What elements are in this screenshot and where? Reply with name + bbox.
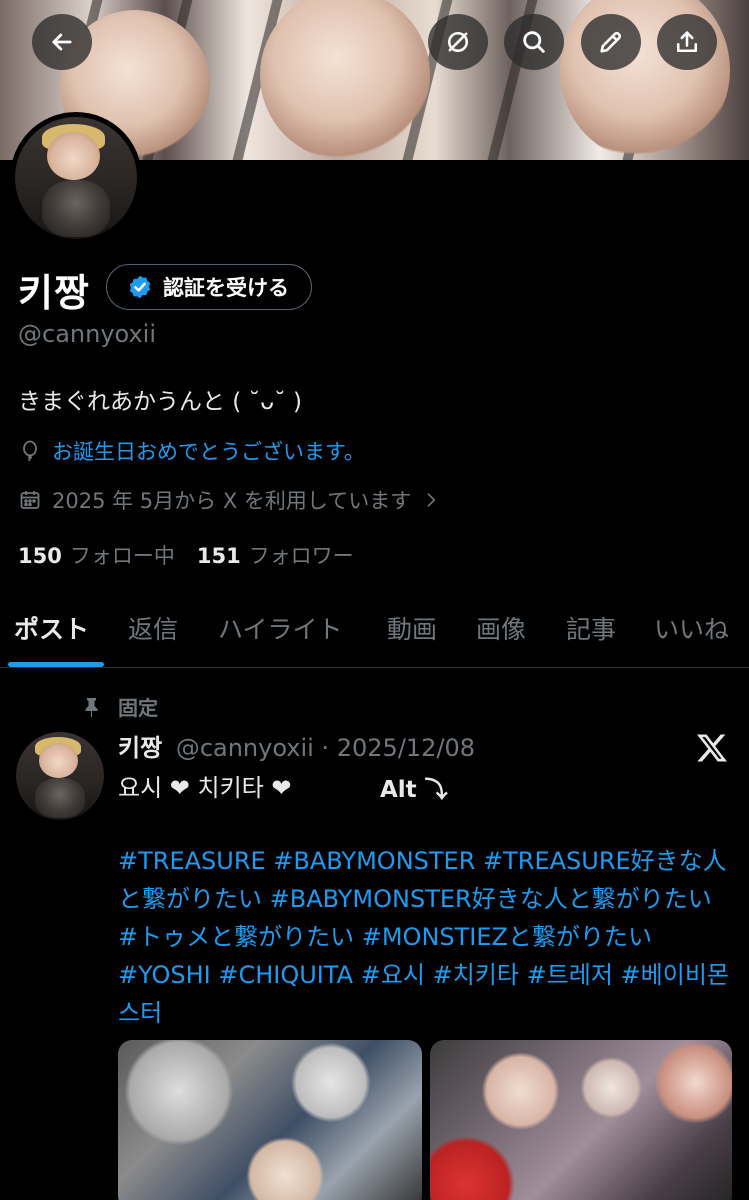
calendar-icon: [20, 491, 40, 509]
pin-icon: [85, 697, 98, 717]
follow-stats: 150 フォロー中 151 フォロワー: [18, 540, 354, 570]
search-icon: [523, 31, 545, 53]
back-button[interactable]: [32, 14, 92, 70]
post-hashtags[interactable]: #TREASURE #BABYMONSTER #TREASURE好きな人と繋がり…: [118, 842, 738, 1032]
x-logo-icon: [697, 734, 727, 762]
tab-articles[interactable]: 記事: [566, 610, 616, 646]
post-text-line: 요시 ❤ 치키타 ❤: [118, 774, 292, 802]
get-verified-button[interactable]: 認証を受ける: [106, 264, 312, 310]
tab-likes[interactable]: いいね: [654, 610, 729, 646]
joined-text: 2025 年 5月から X を利用しています: [52, 489, 412, 513]
post-author-handle[interactable]: @cannyoxii: [176, 734, 314, 762]
tab-videos[interactable]: 動画: [387, 610, 437, 646]
profile-tabs: ポスト 返信 ハイライト 動画 画像 記事 いいね: [0, 596, 749, 668]
pinned-indicator: 固定: [80, 692, 158, 721]
edit-button[interactable]: [581, 14, 641, 70]
tab-photos[interactable]: 画像: [476, 610, 526, 646]
share-icon: [676, 31, 698, 53]
profile-avatar[interactable]: [10, 112, 142, 244]
alt-text-button[interactable]: Alt ⤵: [380, 770, 448, 804]
post-author-avatar[interactable]: [16, 732, 104, 820]
search-button[interactable]: [504, 14, 564, 70]
following-count: 150: [18, 544, 62, 568]
verify-label: 認証を受ける: [163, 276, 289, 300]
post-separator: ·: [321, 734, 330, 762]
post-image-2[interactable]: [430, 1040, 732, 1200]
following-link[interactable]: 150 フォロー中: [18, 540, 175, 570]
post-author-name[interactable]: 키짱: [118, 734, 162, 762]
balloon-icon: [23, 440, 37, 462]
profile-handle: @cannyoxii: [18, 320, 157, 348]
chevron-right-icon: [427, 493, 436, 507]
grok-icon: [447, 31, 469, 53]
profile-bio: きまぐれあかうんと ( ˘ᴗ˘ ): [18, 389, 302, 415]
tab-posts[interactable]: ポスト: [14, 610, 89, 646]
tab-replies[interactable]: 返信: [128, 610, 178, 646]
share-button[interactable]: [657, 14, 717, 70]
birthday-text: お誕生日おめでとうございます。: [52, 440, 365, 464]
followers-count: 151: [196, 544, 241, 568]
post-image-1[interactable]: [118, 1040, 422, 1200]
followers-label: フォロワー: [248, 544, 354, 568]
birthday-row[interactable]: お誕生日おめでとうございます。: [18, 436, 365, 466]
back-arrow-icon: [52, 33, 72, 51]
joined-row[interactable]: 2025 年 5月から X を利用しています: [18, 485, 441, 515]
post-date[interactable]: 2025/12/08: [337, 734, 475, 762]
post-header: 키짱 @cannyoxii · 2025/12/08: [118, 728, 475, 763]
profile-name: 키짱: [18, 271, 90, 315]
grok-button[interactable]: [428, 14, 488, 70]
pencil-icon: [600, 31, 622, 53]
following-label: フォロー中: [69, 544, 175, 568]
pinned-label: 固定: [118, 696, 158, 720]
active-tab-indicator: [8, 662, 104, 667]
followers-link[interactable]: 151 フォロワー: [197, 540, 354, 570]
verified-badge-icon: [129, 275, 151, 299]
tab-highlights[interactable]: ハイライト: [218, 610, 343, 646]
